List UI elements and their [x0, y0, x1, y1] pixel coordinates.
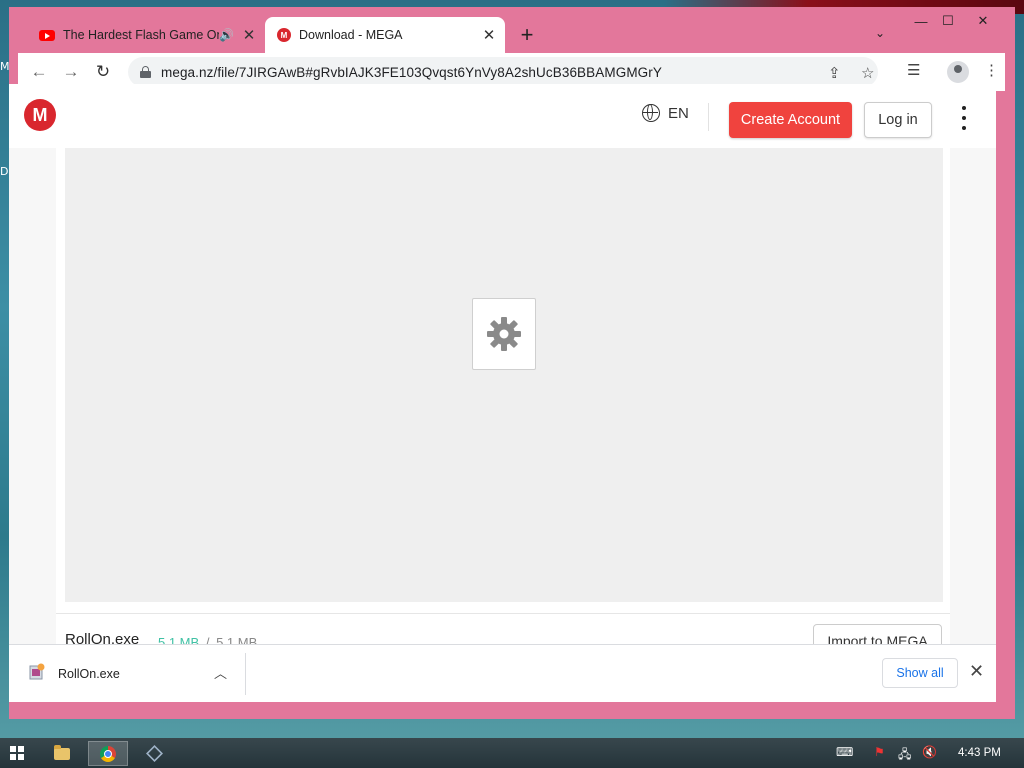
windows-start-icon[interactable]: [10, 746, 24, 760]
tab-youtube[interactable]: The Hardest Flash Game On 🔊 ✕: [29, 17, 265, 53]
chevron-up-icon[interactable]: ︿: [214, 663, 227, 682]
chrome-taskbar-button[interactable]: [88, 741, 128, 766]
lock-icon[interactable]: [140, 66, 151, 78]
bookmark-star-icon[interactable]: ☆: [861, 64, 874, 82]
globe-icon: [642, 104, 660, 122]
show-all-button[interactable]: Show all: [882, 658, 958, 688]
download-shelf: RollOn.exe ︿ Show all ✕: [9, 644, 996, 702]
gear-icon: [487, 317, 521, 351]
file-explorer-icon: [54, 744, 70, 760]
taskbar-clock[interactable]: 4:43 PM: [958, 747, 1001, 759]
file-size: 5.1 MB / 5.1 MB: [158, 635, 257, 644]
close-shelf-icon[interactable]: ✕: [969, 661, 984, 682]
maximize-icon[interactable]: ☐: [931, 9, 965, 33]
tab-strip: The Hardest Flash Game On 🔊 ✕ M Download…: [9, 7, 1015, 53]
tab-mega[interactable]: M Download - MEGA ✕: [265, 17, 505, 53]
network-icon[interactable]: 🖧: [898, 745, 911, 766]
mega-page: RollOn.exe 5.1 MB / 5.1 MB Import to MEG…: [9, 84, 996, 644]
file-name: RollOn.exe: [65, 631, 140, 644]
header-divider: [708, 103, 709, 131]
forward-arrow-icon[interactable]: →: [58, 59, 84, 85]
reading-list-icon[interactable]: ☰: [907, 61, 920, 79]
file-preview-area: [65, 148, 943, 602]
url-text: mega.nz/file/7JIRGAwB#gRvbIAJK3FE103Qvqs…: [161, 64, 662, 80]
mega-icon: M: [277, 28, 291, 42]
close-tab-icon[interactable]: ✕: [241, 27, 257, 44]
tab-title: The Hardest Flash Game On: [63, 28, 219, 42]
import-to-mega-button[interactable]: Import to MEGA: [813, 624, 942, 644]
desktop-icon-label: D: [0, 165, 9, 178]
mega-header: M EN Create Account Log in: [9, 84, 996, 148]
total-size: 5.1 MB: [216, 635, 258, 644]
file-type-thumbnail: [472, 298, 536, 370]
action-center-flag-icon[interactable]: ⚑: [874, 745, 885, 759]
reload-icon[interactable]: ↻: [90, 59, 116, 85]
chrome-icon: [100, 745, 116, 762]
language-label: EN: [668, 104, 689, 122]
file-explorer-button[interactable]: [42, 741, 82, 766]
virtualbox-icon: [145, 745, 163, 762]
language-selector[interactable]: EN: [642, 104, 689, 122]
card-divider: [56, 613, 950, 614]
tab-title: Download - MEGA: [299, 28, 403, 42]
volume-muted-icon[interactable]: 🔇: [922, 745, 937, 759]
executable-file-icon[interactable]: [29, 663, 45, 681]
download-item-name[interactable]: RollOn.exe: [58, 667, 120, 681]
close-tab-icon[interactable]: ✕: [481, 27, 497, 44]
create-account-button[interactable]: Create Account: [729, 102, 852, 138]
speaker-icon[interactable]: 🔊: [219, 28, 235, 42]
new-tab-button[interactable]: +: [515, 22, 539, 47]
more-options-icon[interactable]: [959, 106, 969, 130]
windows-taskbar: ⌨ ⚑ 🖧 🔇 4:43 PM: [0, 738, 1024, 768]
tab-search-icon[interactable]: ⌄: [875, 26, 885, 40]
share-icon[interactable]: ⇪: [828, 64, 841, 82]
virtualbox-button[interactable]: [134, 741, 174, 766]
mega-logo[interactable]: M: [24, 99, 56, 131]
close-window-icon[interactable]: ✕: [966, 9, 1000, 33]
login-button[interactable]: Log in: [864, 102, 932, 138]
youtube-icon: [39, 29, 55, 41]
keyboard-icon[interactable]: ⌨: [836, 745, 853, 759]
back-arrow-icon[interactable]: ←: [26, 59, 52, 85]
size-separator: /: [205, 635, 210, 644]
address-bar[interactable]: mega.nz/file/7JIRGAwB#gRvbIAJK3FE103Qvqs…: [128, 57, 878, 87]
shelf-divider: [245, 653, 246, 695]
profile-avatar-icon[interactable]: [947, 61, 969, 83]
downloaded-size: 5.1 MB: [158, 635, 200, 644]
browser-menu-icon[interactable]: ⋮: [984, 61, 999, 79]
